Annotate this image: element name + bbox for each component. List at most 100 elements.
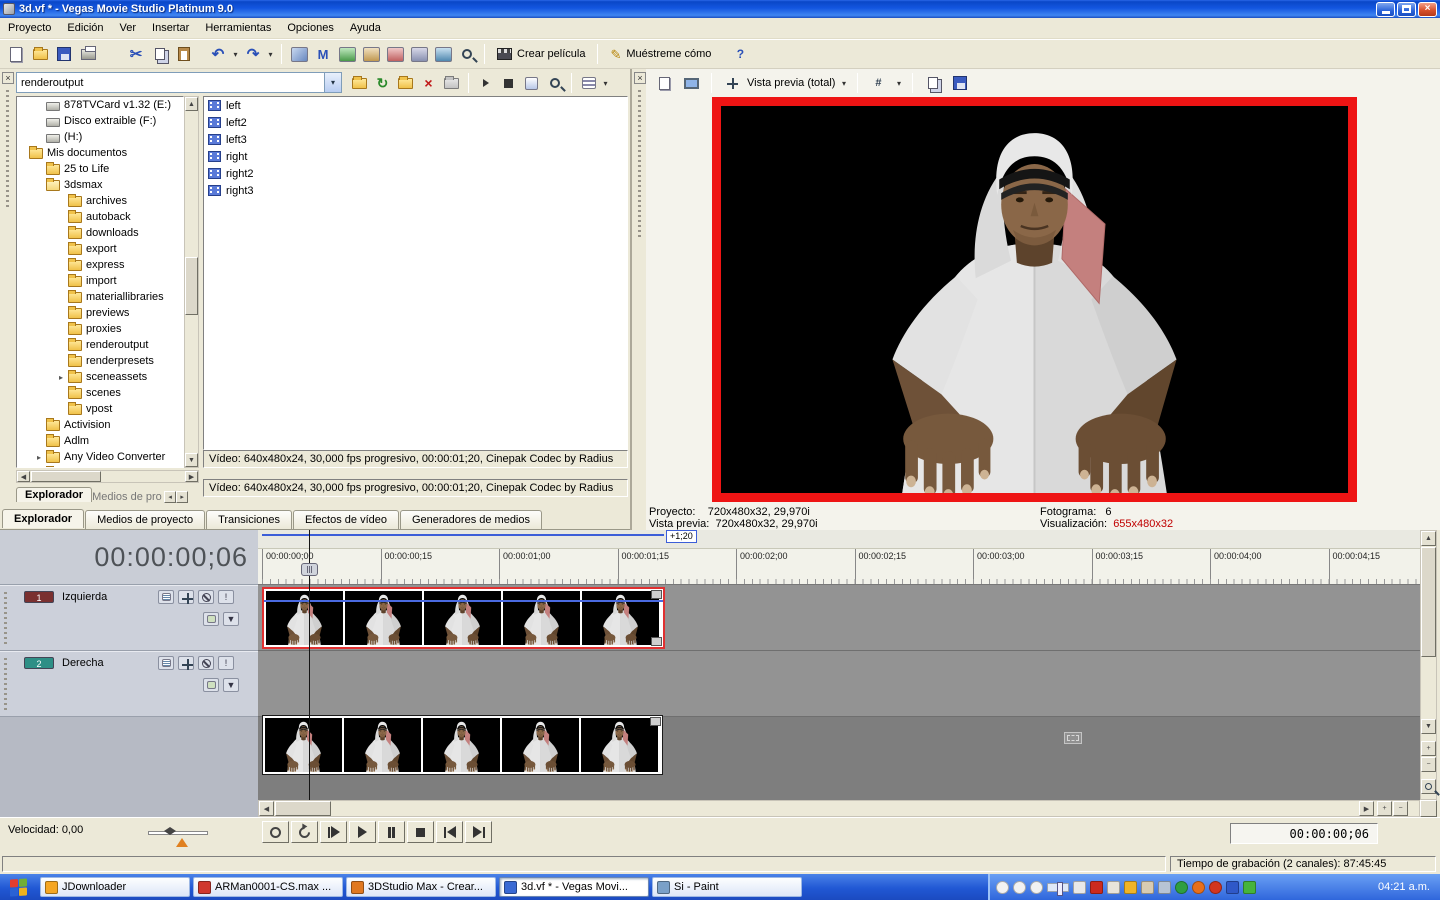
record-button[interactable] — [262, 821, 289, 843]
redo-dropdown-button[interactable]: ▾ — [265, 42, 276, 66]
go-to-start-button[interactable] — [436, 821, 463, 843]
tray-icon[interactable] — [1124, 880, 1137, 894]
external-monitor-button[interactable] — [679, 71, 703, 95]
velocity-marker-icon[interactable] — [176, 838, 188, 847]
video-event-derecha[interactable] — [262, 715, 663, 775]
scroll-up-button[interactable]: ▲ — [1421, 531, 1436, 546]
preview-quality-dropdown[interactable]: ▾ — [838, 71, 849, 95]
track-fx-button[interactable] — [178, 590, 194, 604]
tree-item[interactable]: Disco extraible (F:) — [17, 113, 183, 129]
tree-item[interactable]: downloads — [17, 225, 183, 241]
start-button[interactable] — [0, 874, 36, 900]
tray-icon[interactable] — [1158, 880, 1171, 894]
preview-grip-handle[interactable] — [638, 90, 641, 240]
event-fx-button[interactable] — [650, 717, 661, 726]
tray-icon[interactable] — [1047, 881, 1069, 896]
views-button[interactable] — [577, 72, 600, 94]
dock-splitter[interactable] — [630, 69, 632, 530]
taskbar-button[interactable]: 3DStudio Max - Crear... — [346, 877, 496, 897]
context-help-button[interactable]: ? — [728, 42, 752, 66]
explorer-grip-handle[interactable] — [6, 90, 9, 210]
taskbar-clock[interactable]: 04:21 a.m. — [1378, 881, 1434, 893]
taskbar-button[interactable]: Si - Paint — [652, 877, 802, 897]
mute-button[interactable] — [198, 656, 214, 670]
file-list[interactable]: left left2 left3 right right2 right3 — [203, 96, 628, 450]
scroll-down-button[interactable]: ▼ — [185, 453, 198, 467]
muestreme-como-button[interactable]: ✎ Muéstreme cómo — [603, 42, 718, 66]
tray-icon[interactable] — [1226, 880, 1239, 894]
scroll-right-button[interactable]: ▶ — [185, 471, 198, 482]
timeline-v-scrollbar[interactable]: ▲ ▼ + − — [1420, 530, 1437, 800]
levels-tool-button[interactable] — [335, 42, 359, 66]
parent-folder-button[interactable] — [348, 72, 371, 94]
tree-item[interactable]: sceneassets — [17, 369, 183, 385]
menu-item[interactable]: Herramientas — [197, 18, 279, 39]
video-event-izquierda[interactable] — [262, 587, 665, 649]
marker-bar[interactable] — [258, 530, 1420, 549]
tree-item[interactable]: 3dsmax — [17, 177, 183, 193]
tab-scroll-prev-button[interactable]: ◂ — [164, 491, 177, 503]
tree-item[interactable]: (H:) — [17, 129, 183, 145]
overlay-move-button[interactable] — [720, 71, 744, 95]
paste-button[interactable] — [172, 42, 196, 66]
tree-item[interactable]: express — [17, 257, 183, 273]
dock-tab[interactable]: Generadores de medios — [399, 510, 542, 529]
tree-scrollbar[interactable]: ▲ ▼ — [184, 96, 199, 468]
tree-item[interactable]: 878TVCard v1.32 (E:) — [17, 97, 183, 113]
zoom-in-track-button[interactable]: + — [1421, 741, 1436, 756]
print-button[interactable] — [76, 42, 100, 66]
envelope-tool-button[interactable] — [431, 42, 455, 66]
loop-playback-button[interactable] — [291, 821, 318, 843]
redo-button[interactable]: ↷ — [241, 42, 265, 66]
taskbar-button[interactable]: ARMan0001-CS.max ... — [193, 877, 343, 897]
mini-tab-next[interactable]: Medios de prove — [92, 491, 162, 503]
add-favorite-button[interactable] — [440, 72, 463, 94]
timeline-h-scrollbar[interactable]: ◀ ▶ + − — [258, 800, 1420, 817]
open-project-button[interactable] — [28, 42, 52, 66]
event-fx-button[interactable] — [651, 590, 662, 599]
crear-pelicula-button[interactable]: Crear película — [490, 42, 592, 66]
tray-icon[interactable] — [1030, 880, 1043, 894]
tree-item[interactable]: Mis documentos — [17, 145, 183, 161]
taskbar-button[interactable]: JDownloader — [40, 877, 190, 897]
tray-icon[interactable] — [1243, 880, 1256, 894]
track-2-grip[interactable] — [4, 658, 7, 710]
track-2-lane[interactable] — [258, 651, 1420, 717]
h-scroll-thumb[interactable] — [275, 801, 331, 816]
marker-tool-button[interactable] — [383, 42, 407, 66]
expand-track-button[interactable]: ▼ — [223, 612, 239, 626]
zoom-tool-corner-button[interactable] — [1421, 779, 1436, 794]
tree-item[interactable]: renderpresets — [17, 353, 183, 369]
play-from-start-button[interactable] — [320, 821, 347, 843]
menu-item[interactable]: Edición — [59, 18, 111, 39]
edit-tool-button[interactable] — [407, 42, 431, 66]
v-scroll-thumb[interactable] — [1421, 547, 1436, 657]
mixer-tool-button[interactable]: M — [311, 42, 335, 66]
menu-item[interactable]: Ayuda — [342, 18, 389, 39]
go-to-end-button[interactable] — [465, 821, 492, 843]
event-envelope-line[interactable] — [264, 600, 663, 602]
file-list-item[interactable]: left2 — [204, 114, 627, 131]
track-2-number-chip[interactable]: 2 — [24, 657, 54, 669]
stop-button[interactable] — [407, 821, 434, 843]
h-scrollbar-thumb[interactable] — [31, 471, 101, 482]
event-fade-handle[interactable] — [651, 637, 662, 646]
scroll-down-button[interactable]: ▼ — [1421, 719, 1436, 734]
cut-button[interactable]: ✂ — [124, 42, 148, 66]
tree-item[interactable]: import — [17, 273, 183, 289]
close-button[interactable]: × — [1418, 1, 1437, 17]
dock-tab[interactable]: Transiciones — [206, 510, 293, 529]
track-1-grip[interactable] — [4, 592, 7, 644]
path-dropdown-button[interactable]: ▾ — [324, 73, 341, 92]
tree-item[interactable]: Any Video Converter — [17, 449, 183, 465]
grid-dropdown-button[interactable]: ▾ — [893, 71, 904, 95]
tree-h-scrollbar[interactable]: ◀ ▶ — [16, 470, 199, 483]
folder-tree[interactable]: 878TVCard v1.32 (E:) Disco extraible (F:… — [16, 96, 184, 468]
tray-icon[interactable] — [1209, 880, 1222, 894]
tray-icon[interactable] — [1175, 880, 1188, 894]
track-1-header[interactable]: 1 Izquierda ! ▼ — [0, 585, 258, 651]
tray-icon[interactable] — [1013, 880, 1026, 894]
taskbar-button[interactable]: 3d.vf * - Vegas Movi... — [499, 877, 649, 897]
track-fx-button[interactable] — [178, 656, 194, 670]
track-motion-button[interactable] — [158, 590, 174, 604]
